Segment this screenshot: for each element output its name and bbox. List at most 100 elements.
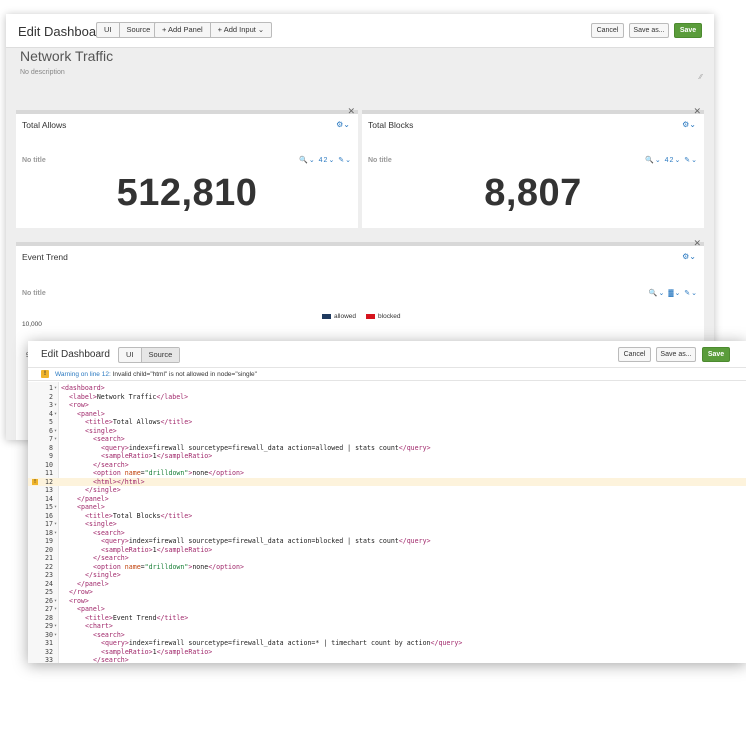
code-line[interactable]: 9 <sampleRatio>1</sampleRatio> (28, 452, 746, 461)
code-line[interactable]: 18 ▾ <search> (28, 529, 746, 538)
source-mode-button[interactable]: Source (120, 23, 158, 37)
add-input-button[interactable]: + Add Input ⌄ (211, 23, 272, 37)
fold-toggle-icon[interactable]: ▾ (54, 401, 57, 410)
code-line[interactable]: 10 </search> (28, 461, 746, 470)
fold-toggle-icon[interactable]: ▾ (54, 622, 57, 631)
code-line[interactable]: 25 </row> (28, 588, 746, 597)
code-line[interactable]: 6 ▾ <single> (28, 427, 746, 436)
code-line[interactable]: 32 <sampleRatio>1</sampleRatio> (28, 648, 746, 657)
panel-title[interactable]: Total Blocks (368, 120, 413, 130)
code-line[interactable]: 5 <title>Total Allows</title> (28, 418, 746, 427)
save-as-button[interactable]: Save as... (656, 347, 696, 362)
code-text: <row> (69, 401, 89, 409)
code-line[interactable]: 19 <query>index=firewall sourcetype=firew… (28, 537, 746, 546)
code-line[interactable]: 1 ▾ <dashboard> (28, 384, 746, 393)
code-line[interactable]: 17 ▾ <single> (28, 520, 746, 529)
line-number: 18 (45, 528, 53, 537)
close-icon[interactable]: ✕ (347, 106, 355, 117)
code-line[interactable]: 28 <title>Event Trend</title> (28, 614, 746, 623)
code-line[interactable]: 31 <query>index=firewall sourcetype=firew… (28, 639, 746, 648)
gear-icon[interactable]: ⚙⌄ (336, 120, 350, 129)
close-icon[interactable]: ✕ (693, 238, 701, 249)
cancel-button[interactable]: Cancel (591, 23, 624, 38)
save-button[interactable]: Save (674, 23, 702, 38)
line-number: 16 (45, 511, 53, 520)
code-text: <title>Event Trend</title> (85, 613, 189, 622)
fold-toggle-icon[interactable]: ▾ (54, 384, 57, 393)
code-line[interactable]: 26 ▾ <row> (28, 597, 746, 606)
line-number: 24 (45, 579, 53, 588)
code-line[interactable]: 24 </panel> (28, 580, 746, 589)
panel-title[interactable]: Event Trend (22, 252, 68, 262)
fold-toggle-icon[interactable]: ▾ (54, 427, 57, 436)
code-line[interactable]: 16 <title>Total Blocks</title> (28, 512, 746, 521)
legend-swatch (322, 313, 331, 319)
code-line[interactable]: 33 </search> (28, 656, 746, 663)
add-panel-button[interactable]: + Add Panel (155, 23, 211, 37)
code-line[interactable]: 7 ▾ <search> (28, 435, 746, 444)
resize-handle-icon[interactable]: ⁄⁄ (700, 74, 702, 81)
gear-icon[interactable]: ⚙⌄ (682, 120, 696, 129)
ui-mode-button[interactable]: UI (97, 23, 120, 37)
code-text: <option name="drilldown">none</option> (93, 562, 244, 571)
code-line[interactable]: 15 ▾ <panel> (28, 503, 746, 512)
code-line[interactable]: 11 <option name="drilldown">none</option> (28, 469, 746, 478)
line-number: 26 (45, 596, 53, 605)
fold-toggle-icon[interactable]: ▾ (54, 503, 57, 512)
panel-title[interactable]: Total Allows (22, 120, 66, 130)
source-mode-button[interactable]: Source (141, 348, 180, 362)
warning-link[interactable]: Warning on line 12: (55, 371, 111, 378)
panel-drag-bar[interactable] (362, 110, 704, 114)
dashboard-title[interactable]: Network Traffic (20, 48, 113, 64)
code-text: <sampleRatio>1</sampleRatio> (101, 647, 213, 656)
gear-icon[interactable]: ⚙⌄ (682, 252, 696, 261)
fold-toggle-icon[interactable]: ▾ (54, 529, 57, 538)
cancel-button[interactable]: Cancel (618, 347, 651, 362)
code-line[interactable]: 29 ▾ <chart> (28, 622, 746, 631)
fold-toggle-icon[interactable]: ▾ (54, 410, 57, 419)
save-button[interactable]: Save (702, 347, 730, 362)
code-line[interactable]: 23 </single> (28, 571, 746, 580)
panel-drag-bar[interactable] (16, 110, 358, 114)
code-editor[interactable]: 1 ▾ <dashboard> 2 <label>Network Traffic</la… (28, 382, 746, 663)
panel-tools[interactable]: 🔍⌄ 42⌄ ✎⌄ (645, 156, 698, 164)
code-text: <search> (93, 630, 125, 639)
page-title: Edit Dashboard (41, 349, 110, 360)
line-number: 13 (45, 486, 53, 494)
fold-toggle-icon[interactable]: ▾ (54, 631, 57, 640)
fold-toggle-icon[interactable]: ▾ (54, 435, 57, 444)
code-text: </search> (93, 656, 129, 663)
fold-toggle-icon[interactable]: ▾ (54, 605, 57, 614)
code-line[interactable]: 14 </panel> (28, 495, 746, 504)
code-line[interactable]: 3 ▾ <row> (28, 401, 746, 410)
save-as-button[interactable]: Save as... (629, 23, 669, 38)
code-line[interactable]: 13 </single> (28, 486, 746, 495)
line-number: 11 (45, 469, 53, 477)
code-line[interactable]: ! 12 <html></html> (28, 477, 746, 486)
ui-mode-button[interactable]: UI (119, 348, 142, 362)
add-controls: + Add Panel + Add Input ⌄ (154, 22, 273, 38)
code-line[interactable]: 30 ▾ <search> (28, 631, 746, 640)
code-line[interactable]: 8 <query>index=firewall sourcetype=firewa… (28, 444, 746, 453)
line-number: 10 (45, 460, 53, 469)
fold-toggle-icon[interactable]: ▾ (54, 520, 57, 529)
dashboard-description[interactable]: No description (20, 69, 65, 76)
legend-item-blocked[interactable]: blocked (366, 313, 400, 320)
line-number: 27 (45, 605, 53, 613)
code-line[interactable]: 4 ▾ <panel> (28, 410, 746, 419)
code-line[interactable]: 22 <option name="drilldown">none</option> (28, 563, 746, 572)
legend-item-allowed[interactable]: allowed (322, 313, 356, 320)
code-text: <single> (85, 426, 117, 435)
panel-tools[interactable]: 🔍⌄ ▓⌄ ✎⌄ (649, 289, 698, 297)
panel-tools[interactable]: 🔍⌄ 42⌄ ✎⌄ (299, 156, 352, 164)
code-line[interactable]: 20 <sampleRatio>1</sampleRatio> (28, 546, 746, 555)
close-icon[interactable]: ✕ (693, 106, 701, 117)
line-number: 32 (45, 647, 53, 656)
panel-drag-bar[interactable] (16, 242, 704, 246)
code-line[interactable]: 21 </search> (28, 554, 746, 563)
fold-toggle-icon[interactable]: ▾ (54, 597, 57, 606)
code-line[interactable]: 27 ▾ <panel> (28, 605, 746, 614)
editor-toolbar: Edit Dashboard UI Source Cancel Save as.… (28, 341, 746, 367)
single-value: 8,807 (484, 172, 582, 214)
code-line[interactable]: 2 <label>Network Traffic</label> (28, 393, 746, 402)
